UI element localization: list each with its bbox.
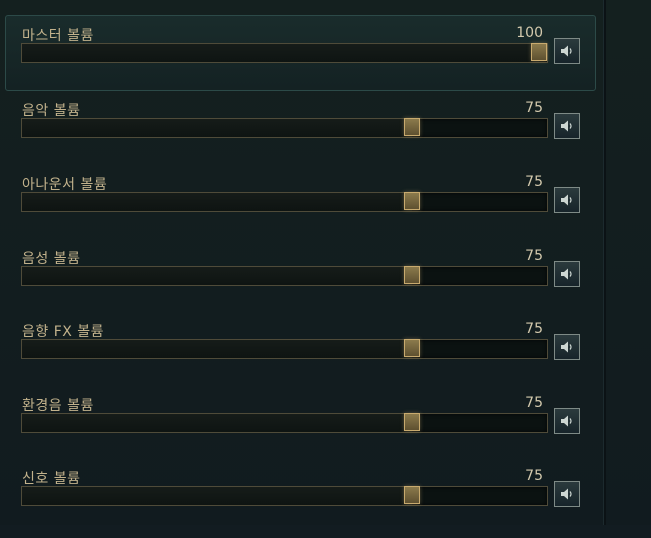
volume-value: 75 <box>525 321 543 337</box>
speaker-icon <box>561 415 572 427</box>
volume-value: 75 <box>525 468 543 484</box>
mute-button[interactable] <box>554 261 580 287</box>
volume-row-sfx: 음향 FX 볼륨 75 <box>0 321 600 391</box>
volume-label: 음악 볼륨 <box>22 103 81 119</box>
sound-settings-panel: 마스터 볼륨 100 음악 볼륨 75 아나운서 볼륨 75 음성 볼륨 75 … <box>0 0 651 525</box>
slider-fill <box>22 340 412 358</box>
volume-label: 아나운서 볼륨 <box>22 177 108 193</box>
mute-button[interactable] <box>554 38 580 64</box>
mute-button[interactable] <box>554 187 580 213</box>
volume-row-announcer: 아나운서 볼륨 75 <box>0 174 600 244</box>
volume-row-voice: 음성 볼륨 75 <box>0 248 600 318</box>
speaker-icon <box>561 488 572 500</box>
mute-button[interactable] <box>554 334 580 360</box>
speaker-icon <box>561 45 572 57</box>
volume-value: 100 <box>516 25 543 41</box>
volume-slider[interactable] <box>21 339 548 359</box>
volume-slider[interactable] <box>21 266 548 286</box>
mute-button[interactable] <box>554 408 580 434</box>
speaker-icon <box>561 194 572 206</box>
volume-row-music: 음악 볼륨 75 <box>0 100 600 170</box>
slider-thumb[interactable] <box>403 339 420 357</box>
speaker-icon <box>561 341 572 353</box>
slider-fill <box>22 267 412 285</box>
volume-slider[interactable] <box>21 486 548 506</box>
volume-slider[interactable] <box>21 192 548 212</box>
volume-value: 75 <box>525 100 543 116</box>
volume-slider[interactable] <box>21 413 548 433</box>
volume-row-master: 마스터 볼륨 100 <box>0 15 600 95</box>
volume-slider[interactable] <box>21 43 548 63</box>
volume-value: 75 <box>525 248 543 264</box>
volume-label: 음향 FX 볼륨 <box>22 324 105 340</box>
slider-fill <box>22 44 539 62</box>
speaker-icon <box>561 120 572 132</box>
slider-thumb[interactable] <box>403 486 420 504</box>
slider-thumb[interactable] <box>531 43 547 61</box>
volume-value: 75 <box>525 395 543 411</box>
slider-thumb[interactable] <box>403 192 420 210</box>
mute-button[interactable] <box>554 113 580 139</box>
slider-fill <box>22 414 412 432</box>
speaker-icon <box>561 268 572 280</box>
mute-button[interactable] <box>554 481 580 507</box>
volume-label: 신호 볼륨 <box>22 471 81 487</box>
slider-thumb[interactable] <box>403 118 420 136</box>
slider-thumb[interactable] <box>403 413 420 431</box>
volume-row-ambience: 환경음 볼륨 75 <box>0 395 600 465</box>
volume-row-ping: 신호 볼륨 75 <box>0 468 600 538</box>
slider-fill <box>22 487 412 505</box>
volume-label: 환경음 볼륨 <box>22 398 94 414</box>
slider-fill <box>22 193 412 211</box>
slider-thumb[interactable] <box>403 266 420 284</box>
volume-slider[interactable] <box>21 118 548 138</box>
volume-label: 음성 볼륨 <box>22 251 81 267</box>
panel-divider <box>603 0 606 525</box>
slider-fill <box>22 119 412 137</box>
volume-label: 마스터 볼륨 <box>22 28 94 44</box>
volume-value: 75 <box>525 174 543 190</box>
